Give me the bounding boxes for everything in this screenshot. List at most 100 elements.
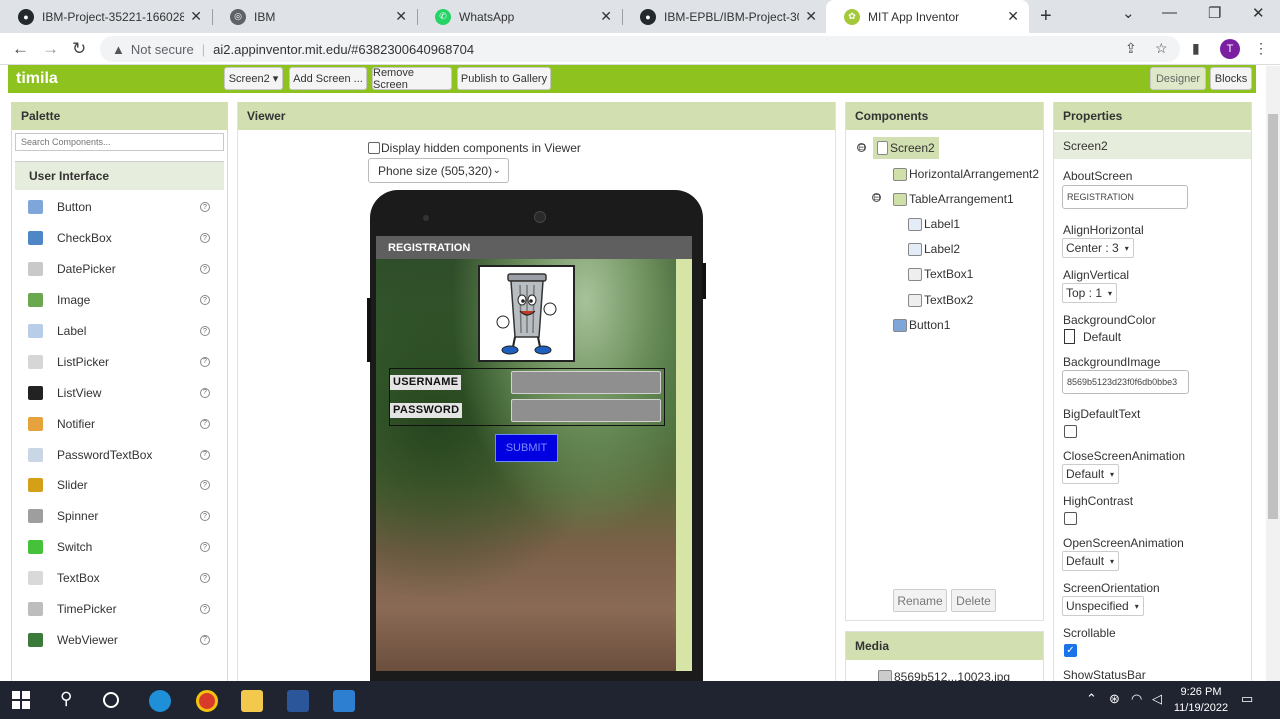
delete-button[interactable]: Delete	[951, 589, 996, 612]
tree-item-textbox2[interactable]: TextBox2	[908, 293, 973, 307]
close-icon[interactable]: ✕	[395, 8, 407, 25]
url-omnibox[interactable]: ▲ Not secure | ai2.appinventor.mit.edu/#…	[100, 36, 1180, 62]
help-icon[interactable]: ?	[200, 480, 210, 491]
browser-tab-ibm-epbl[interactable]: ● IBM-EPBL/IBM-Project-3036 ✕	[622, 0, 827, 33]
align-vertical-dropdown[interactable]: Top : 1 ▾	[1062, 283, 1118, 303]
close-icon[interactable]: ✕	[190, 8, 202, 25]
help-icon[interactable]: ?	[200, 356, 210, 367]
palette-item-datepicker[interactable]: DatePicker?	[15, 254, 224, 285]
palette-item-webviewer[interactable]: WebViewer?	[15, 624, 224, 655]
palette-item-checkbox[interactable]: CheckBox?	[15, 223, 224, 254]
window-close-icon[interactable]: ✕	[1252, 4, 1265, 22]
palette-item-timepicker[interactable]: TimePicker?	[15, 594, 224, 625]
palette-item-listview[interactable]: ListView?	[15, 377, 224, 408]
wifi-icon[interactable]: ◠	[1131, 691, 1142, 707]
remove-screen-button[interactable]: Remove Screen	[372, 67, 452, 91]
high-contrast-checkbox[interactable]	[1064, 512, 1077, 525]
side-panel-icon[interactable]: ▮	[1192, 40, 1200, 57]
rename-button[interactable]: Rename	[893, 589, 947, 612]
tab-search-icon[interactable]: ⌄	[1122, 4, 1135, 22]
tree-item-label1[interactable]: Label1	[908, 217, 960, 231]
edge-icon[interactable]	[149, 690, 171, 712]
help-icon[interactable]: ?	[200, 449, 210, 460]
close-screen-animation-dropdown[interactable]: Default ▾	[1062, 464, 1120, 484]
help-icon[interactable]: ?	[200, 202, 210, 213]
palette-item-image[interactable]: Image?	[15, 285, 224, 316]
trash-bin-image[interactable]	[478, 265, 575, 362]
tree-item-label2[interactable]: Label2	[908, 242, 960, 256]
task-view-icon[interactable]	[103, 692, 119, 708]
palette-item-slider[interactable]: Slider?	[15, 470, 224, 501]
tree-item-screen2[interactable]: Screen2	[873, 137, 939, 159]
open-screen-animation-dropdown[interactable]: Default ▾	[1062, 551, 1120, 571]
search-icon[interactable]: ⚲	[60, 689, 72, 709]
screen-orientation-dropdown[interactable]: Unspecified ▾	[1062, 596, 1144, 616]
photos-icon[interactable]	[333, 690, 355, 712]
browser-tab-app-inventor[interactable]: ✿ MIT App Inventor ✕	[826, 0, 1029, 33]
word-icon[interactable]	[287, 690, 309, 712]
background-color-value[interactable]: Default	[1083, 330, 1121, 344]
collapse-toggle-icon[interactable]: ⊟	[857, 143, 866, 152]
minimize-icon[interactable]: —	[1162, 4, 1177, 21]
background-image-field[interactable]: 8569b5123d23f0f6db0bbe3	[1062, 370, 1189, 394]
help-icon[interactable]: ?	[200, 511, 210, 522]
close-icon[interactable]: ✕	[805, 8, 817, 25]
close-icon[interactable]: ✕	[600, 8, 612, 25]
user-interface-section[interactable]: User Interface	[15, 161, 224, 190]
browser-tab-whatsapp[interactable]: ✆ WhatsApp ✕	[417, 0, 622, 33]
browser-menu-icon[interactable]: ⋮	[1254, 40, 1268, 57]
tray-chevron-icon[interactable]: ⌃	[1086, 691, 1097, 707]
help-icon[interactable]: ?	[200, 418, 210, 429]
tree-item-horizontalarrangement2[interactable]: HorizontalArrangement2	[893, 167, 1039, 181]
palette-item-notifier[interactable]: Notifier?	[15, 408, 224, 439]
palette-item-label[interactable]: Label?	[15, 316, 224, 347]
align-horizontal-dropdown[interactable]: Center : 3 ▾	[1062, 238, 1134, 258]
username-textbox[interactable]	[511, 371, 661, 394]
help-icon[interactable]: ?	[200, 264, 210, 275]
forward-icon[interactable]: →	[42, 39, 59, 59]
help-icon[interactable]: ?	[200, 573, 210, 584]
about-screen-textarea[interactable]: REGISTRATION	[1062, 185, 1188, 209]
palette-item-spinner[interactable]: Spinner?	[15, 501, 224, 532]
windows-start-icon[interactable]	[12, 691, 30, 709]
palette-item-switch[interactable]: Switch?	[15, 532, 224, 563]
help-icon[interactable]: ?	[200, 634, 210, 645]
bookmark-star-icon[interactable]: ☆	[1155, 40, 1168, 57]
display-hidden-checkbox[interactable]	[368, 142, 380, 154]
tree-item-tablearrangement1[interactable]: TableArrangement1	[893, 192, 1014, 206]
help-icon[interactable]: ?	[200, 542, 210, 553]
publish-gallery-button[interactable]: Publish to Gallery	[457, 67, 551, 90]
help-icon[interactable]: ?	[200, 604, 210, 615]
palette-item-textbox[interactable]: TextBox?	[15, 563, 224, 594]
palette-search-input[interactable]	[15, 133, 224, 151]
tree-item-button1[interactable]: Button1	[893, 318, 950, 332]
network-icon[interactable]: ⊛	[1109, 691, 1120, 707]
volume-icon[interactable]: ◁	[1152, 691, 1162, 707]
taskbar-clock[interactable]: 9:26 PM 11/19/2022	[1168, 684, 1234, 716]
media-file-item[interactable]: 8569b512...10023.jpg	[878, 670, 1010, 681]
share-icon[interactable]: ⇪	[1125, 40, 1137, 57]
big-default-text-checkbox[interactable]	[1064, 425, 1077, 438]
profile-avatar[interactable]: T	[1220, 39, 1240, 59]
tree-item-textbox1[interactable]: TextBox1	[908, 267, 973, 281]
color-swatch[interactable]	[1064, 329, 1075, 344]
file-explorer-icon[interactable]	[241, 690, 263, 712]
phone-size-dropdown[interactable]: Phone size (505,320) ⌄	[368, 158, 509, 183]
palette-item-listpicker[interactable]: ListPicker?	[15, 346, 224, 377]
restore-icon[interactable]: ❐	[1208, 4, 1221, 22]
browser-tab-ibm[interactable]: ◎ IBM ✕	[212, 0, 417, 33]
add-screen-button[interactable]: Add Screen ...	[289, 67, 367, 90]
blocks-button[interactable]: Blocks	[1210, 67, 1252, 90]
scrollbar-thumb[interactable]	[1268, 114, 1278, 519]
close-icon[interactable]: ✕	[1007, 8, 1019, 25]
designer-button[interactable]: Designer	[1150, 67, 1206, 90]
palette-item-button[interactable]: Button?	[15, 192, 224, 223]
scrollable-checkbox[interactable]: ✓	[1064, 644, 1077, 657]
reload-icon[interactable]: ↻	[72, 39, 86, 59]
chrome-icon[interactable]	[196, 690, 218, 712]
notifications-icon[interactable]: ▭	[1241, 691, 1253, 707]
new-tab-button[interactable]: +	[1040, 5, 1052, 28]
help-icon[interactable]: ?	[200, 387, 210, 398]
help-icon[interactable]: ?	[200, 295, 210, 306]
palette-item-passwordtextbox[interactable]: PasswordTextBox?	[15, 439, 224, 470]
